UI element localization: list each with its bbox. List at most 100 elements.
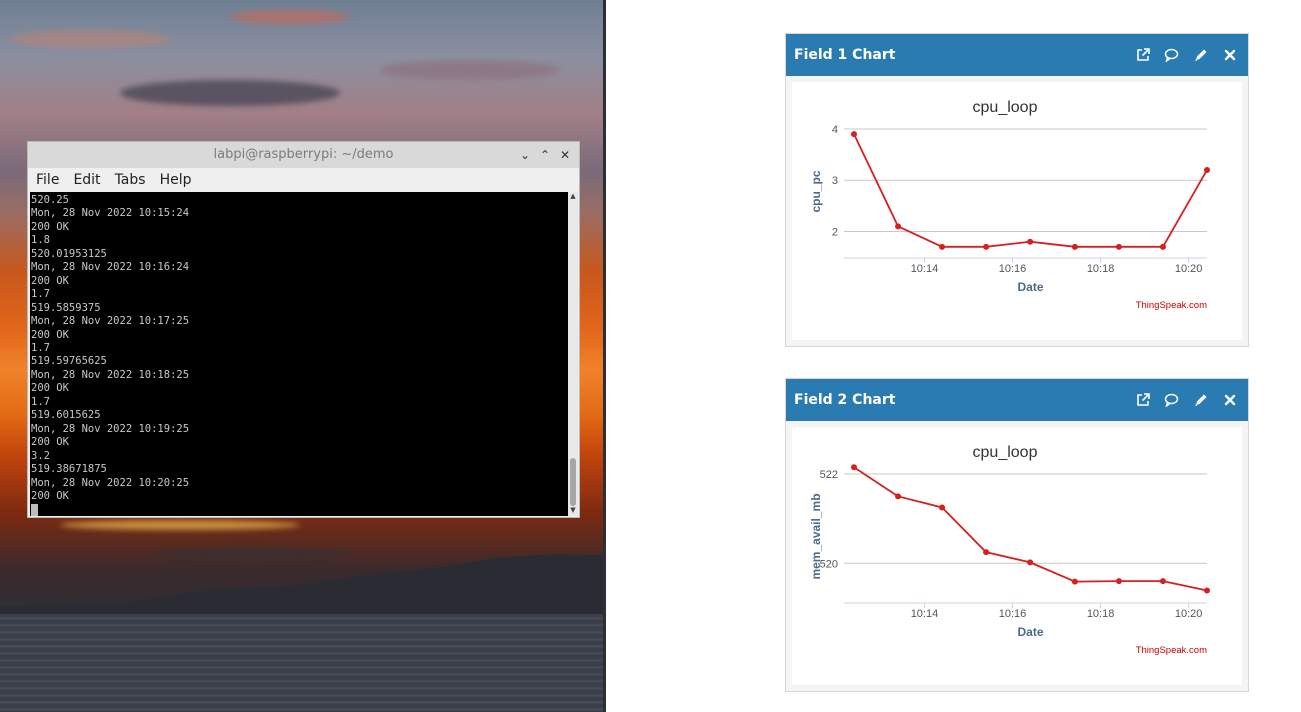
sea (0, 614, 605, 712)
field-1-chart-widget: Field 1 Chart cpu_loop 2 3 4 10:14 10:16 10:18… (785, 33, 1249, 347)
menu-help[interactable]: Help (160, 172, 192, 188)
data-point (1115, 243, 1122, 250)
data-point (851, 131, 857, 138)
x-tick-label: 10:16 (999, 263, 1027, 275)
x-tick-label: 10:14 (911, 608, 939, 620)
data-point (939, 243, 946, 250)
terminal-line: 200 OK (31, 328, 69, 341)
window-controls: ⌄ ⌃ ✕ (517, 142, 573, 168)
data-point (851, 464, 857, 471)
scroll-down-icon[interactable]: ▼ (568, 506, 578, 516)
cpu-pc-line-chart[interactable]: cpu_loop 2 3 4 10:14 10:16 10:18 10:20 Date cpu_p… (792, 82, 1242, 340)
series-line (853, 133, 1208, 248)
data-point (895, 493, 902, 500)
cloud (10, 30, 170, 48)
x-tick-label: 10:18 (1087, 608, 1115, 620)
data-point (1115, 578, 1122, 585)
terminal-line: 520.25 (31, 194, 69, 206)
terminal-line: 200 OK (31, 436, 69, 449)
data-point (1204, 587, 1210, 594)
cloud (120, 80, 340, 106)
terminal-line: Mon, 28 Nov 2022 10:18:25 (31, 368, 190, 381)
close-icon[interactable] (1221, 47, 1238, 64)
terminal-line: 200 OK (31, 220, 69, 233)
mem-avail-line-chart[interactable]: cpu_loop52052210:14 10:16 10:18 10:20Dateme… (792, 427, 1242, 685)
y-tick-label: 3 (832, 175, 838, 187)
terminal-window[interactable]: labpi@raspberrypi: ~/demo ⌄ ⌃ ✕ File Edi… (27, 141, 580, 518)
data-point (1159, 578, 1166, 585)
maximize-icon[interactable]: ⌃ (537, 142, 553, 168)
data-point (1204, 166, 1210, 173)
cloud (150, 548, 350, 560)
terminal-line: 3.2 (31, 449, 50, 462)
comment-icon[interactable] (1163, 392, 1180, 409)
pencil-icon[interactable] (1192, 392, 1209, 409)
y-tick-label: 4 (832, 124, 838, 136)
menu-tabs[interactable]: Tabs (115, 172, 146, 188)
terminal-line: 519.6015625 (31, 409, 101, 422)
terminal-line: 1.7 (31, 341, 50, 354)
data-point (1027, 238, 1034, 245)
terminal-line: 200 OK (31, 274, 69, 287)
terminal-menubar: File Edit Tabs Help (28, 168, 579, 192)
terminal-output[interactable]: 520.25 Mon, 28 Nov 2022 10:15:24 200 OK 1.8… (30, 192, 568, 516)
close-icon[interactable]: ✕ (557, 142, 573, 168)
data-point (1071, 243, 1078, 250)
field-2-chart-widget: Field 2 Chart cpu_loop 520 522 10:14 10:16 10… (785, 378, 1249, 692)
terminal-titlebar[interactable]: labpi@raspberrypi: ~/demo ⌄ ⌃ ✕ (28, 142, 579, 168)
cloud (380, 60, 560, 80)
thingspeak-credit: ThingSpeak.com (1136, 645, 1207, 656)
data-point (983, 549, 990, 556)
x-tick-label: 10:14 (911, 263, 939, 275)
x-tick-label: 10:18 (1087, 263, 1115, 275)
terminal-line: Mon, 28 Nov 2022 10:19:25 (31, 422, 190, 435)
data-point (983, 243, 990, 250)
chart-title: cpu_loop (973, 99, 1038, 116)
data-point (895, 223, 902, 230)
y-axis-label: mem_avail_mb (809, 493, 823, 579)
terminal-line: 519.5859375 (31, 301, 101, 314)
y-tick-label: 2 (832, 226, 838, 238)
close-icon[interactable] (1221, 392, 1238, 409)
data-point (1027, 559, 1034, 566)
widget-tools (1134, 47, 1238, 64)
x-tick-label: 10:20 (1175, 263, 1203, 275)
comment-icon[interactable] (1163, 47, 1180, 64)
terminal-line: Mon, 28 Nov 2022 10:16:24 (31, 261, 190, 274)
x-tick-label: 10:20 (1175, 608, 1203, 620)
x-tick-label: 10:16 (999, 608, 1027, 620)
pencil-icon[interactable] (1192, 47, 1209, 64)
terminal-scrollbar[interactable]: ▲ ▼ (568, 192, 578, 516)
thingspeak-credit: ThingSpeak.com (1136, 300, 1207, 311)
external-link-icon[interactable] (1134, 392, 1151, 409)
series-line (853, 466, 1208, 592)
y-axis-label: cpu_pc (809, 170, 823, 212)
chart-title: cpu_loop (973, 444, 1038, 461)
x-axis-label: Date (1017, 280, 1043, 294)
terminal-line: 519.38671875 (31, 463, 107, 476)
terminal-lines: 520.25 Mon, 28 Nov 2022 10:15:24 200 OK 1.8… (30, 192, 568, 516)
chart-area: cpu_loop 520 522 10:14 10:16 10:18 10:20 Date me… (792, 427, 1242, 685)
menu-edit[interactable]: Edit (73, 172, 100, 188)
terminal-line: Mon, 28 Nov 2022 10:15:24 (31, 207, 190, 220)
data-point (1159, 243, 1166, 250)
cloud (60, 520, 300, 530)
minimize-icon[interactable]: ⌄ (517, 142, 533, 168)
x-axis-label: Date (1017, 625, 1043, 639)
scrollbar-thumb[interactable] (570, 458, 576, 506)
chart-area: cpu_loop 2 3 4 10:14 10:16 10:18 10:20 Date cpu_p… (792, 82, 1242, 340)
terminal-line: 520.01953125 (31, 247, 107, 260)
external-link-icon[interactable] (1134, 47, 1151, 64)
terminal-line: Mon, 28 Nov 2022 10:20:25 (31, 476, 190, 489)
terminal-line: 200 OK (31, 382, 69, 395)
widget-header: Field 2 Chart (786, 379, 1248, 421)
terminal-line: 1.8 (31, 234, 50, 247)
terminal-line: 1.7 (31, 288, 50, 301)
widget-title: Field 2 Chart (794, 392, 896, 408)
scroll-up-icon[interactable]: ▲ (568, 192, 578, 202)
terminal-cursor (31, 504, 38, 516)
widget-header: Field 1 Chart (786, 34, 1248, 76)
y-tick-label: 522 (820, 469, 838, 481)
data-point (939, 504, 946, 511)
menu-file[interactable]: File (36, 172, 59, 188)
